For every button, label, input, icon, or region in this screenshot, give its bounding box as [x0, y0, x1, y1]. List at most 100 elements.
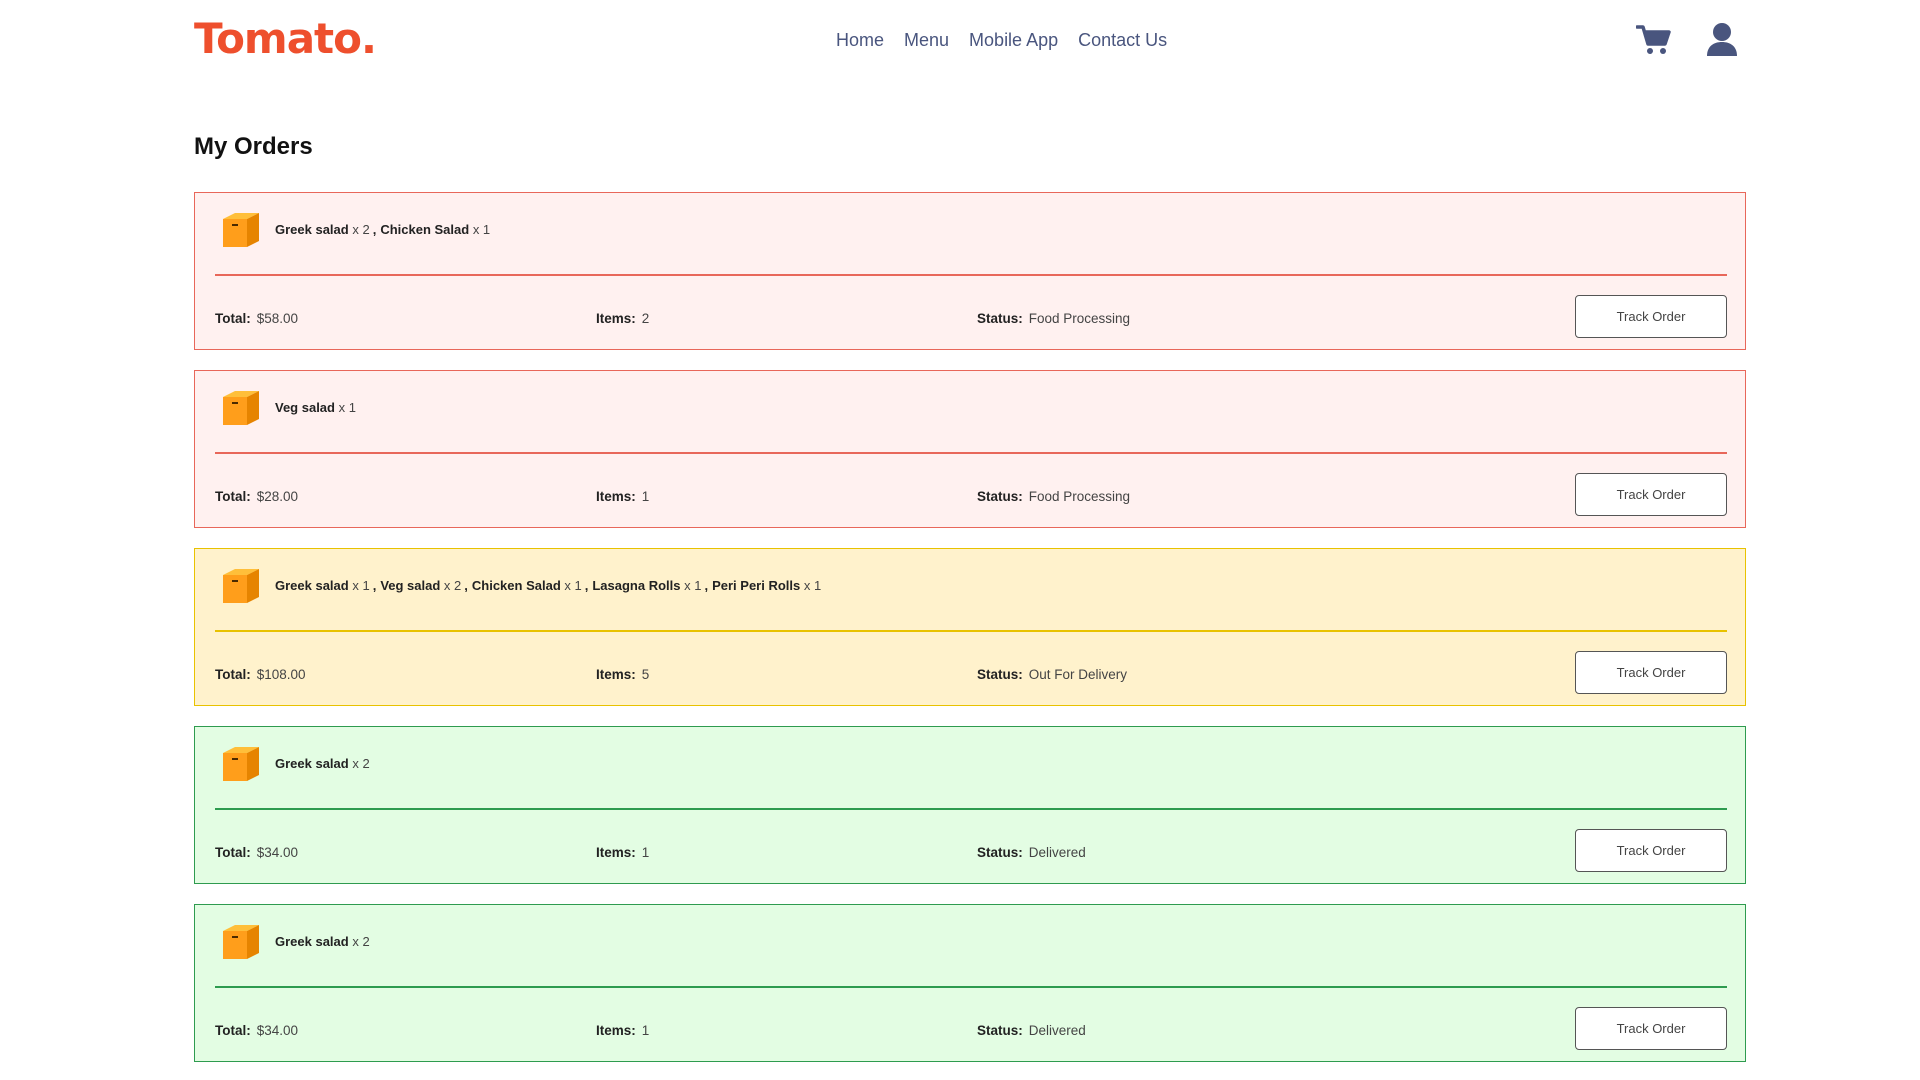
status-value: Delivered [1028, 845, 1086, 860]
order-items: Greek salad x 2 [275, 934, 370, 949]
items-value: 1 [641, 489, 650, 504]
order-item-separator: , [372, 222, 377, 237]
order-item-separator: , [704, 578, 709, 593]
order-item-qty: x 2 [352, 222, 370, 237]
order-item-name: Greek salad [275, 222, 349, 237]
nav-link-contact-us[interactable]: Contact Us [1078, 30, 1167, 51]
order-total: Total: $28.00 [215, 489, 298, 504]
nav-link-menu[interactable]: Menu [904, 30, 949, 51]
items-label: Items: [596, 1023, 636, 1038]
order-item-name: Chicken Salad [380, 222, 470, 237]
order-item-separator: , [584, 578, 589, 593]
order-status: Status: Delivered [977, 845, 1086, 860]
total-value: $28.00 [256, 489, 299, 504]
items-value: 1 [641, 1023, 650, 1038]
order-item-qty: x 1 [684, 578, 702, 593]
items-value: 1 [641, 845, 650, 860]
items-label: Items: [596, 311, 636, 326]
nav-link-mobile-app[interactable]: Mobile App [969, 30, 1058, 51]
order-item-name: Veg salad [380, 578, 441, 593]
order-card-3: Greek salad x 1, Veg salad x 2, Chicken Sa… [194, 548, 1746, 706]
track-order-button[interactable]: Track Order [1575, 295, 1727, 338]
status-value: Food Processing [1028, 489, 1131, 504]
order-item-count: Items: 5 [596, 667, 649, 682]
total-label: Total: [215, 1023, 251, 1038]
track-order-button[interactable]: Track Order [1575, 473, 1727, 516]
order-item-separator: , [464, 578, 468, 593]
order-item-name: Lasagna Rolls [592, 578, 681, 593]
order-total: Total: $34.00 [215, 1023, 298, 1038]
total-label: Total: [215, 845, 251, 860]
page-title: My Orders [194, 133, 313, 160]
status-value: Delivered [1028, 1023, 1086, 1038]
order-item-qty: x 1 [564, 578, 582, 593]
total-label: Total: [215, 489, 251, 504]
order-items: Greek salad x 2, Chicken Salad x 1 [275, 222, 490, 237]
order-divider [215, 808, 1727, 810]
items-label: Items: [596, 845, 636, 860]
total-value: $108.00 [256, 667, 306, 682]
cart-icon[interactable] [1635, 22, 1672, 63]
nav-links: Home Menu Mobile App Contact Us [836, 30, 1167, 51]
order-item-qty: x 2 [443, 578, 462, 593]
parcel-icon [219, 209, 261, 251]
order-item-qty: x 1 [472, 222, 491, 237]
order-items: Veg salad x 1 [275, 400, 356, 415]
order-item-count: Items: 1 [596, 845, 649, 860]
order-card-5: Greek salad x 2 Total: $34.00 Items: 1 Sta… [194, 904, 1746, 1062]
order-card-4: Greek salad x 2 Total: $34.00 Items: 1 Sta… [194, 726, 1746, 884]
status-label: Status: [977, 489, 1023, 504]
order-status: Status: Food Processing [977, 311, 1130, 326]
order-item-count: Items: 1 [596, 1023, 649, 1038]
orders-list: Greek salad x 2, Chicken Salad x 1 Total:… [194, 192, 1746, 1080]
order-status: Status: Food Processing [977, 489, 1130, 504]
order-status: Status: Out For Delivery [977, 667, 1127, 682]
order-card-1: Greek salad x 2, Chicken Salad x 1 Total:… [194, 192, 1746, 350]
order-total: Total: $108.00 [215, 667, 306, 682]
order-item-qty: x 2 [352, 756, 370, 771]
user-icon[interactable] [1706, 22, 1738, 63]
navbar: Tomato. Home Menu Mobile App Contact Us [194, 0, 1744, 82]
order-item-count: Items: 2 [596, 311, 649, 326]
order-item-qty: x 1 [803, 578, 822, 593]
status-label: Status: [977, 1023, 1023, 1038]
order-divider [215, 452, 1727, 454]
order-item-name: Greek salad [275, 934, 349, 949]
items-label: Items: [596, 667, 636, 682]
parcel-icon [219, 921, 261, 963]
track-order-button[interactable]: Track Order [1575, 651, 1727, 694]
order-item-count: Items: 1 [596, 489, 649, 504]
order-divider [215, 274, 1727, 276]
order-item-separator: , [372, 578, 377, 593]
order-total: Total: $58.00 [215, 311, 298, 326]
order-item-name: Chicken Salad [471, 578, 561, 593]
total-value: $34.00 [256, 1023, 299, 1038]
parcel-icon [219, 565, 261, 607]
tomato-logo[interactable]: Tomato. [194, 14, 377, 63]
order-item-name: Greek salad [275, 756, 349, 771]
order-divider [215, 986, 1727, 988]
parcel-icon [219, 743, 261, 785]
total-value: $34.00 [256, 845, 299, 860]
parcel-icon [219, 387, 261, 429]
nav-link-home[interactable]: Home [836, 30, 884, 51]
order-item-qty: x 1 [352, 578, 370, 593]
order-item-qty: x 1 [338, 400, 356, 415]
order-card-2: Veg salad x 1 Total: $28.00 Items: 1 Statu… [194, 370, 1746, 528]
order-item-name: Greek salad [275, 578, 349, 593]
items-value: 5 [641, 667, 650, 682]
total-value: $58.00 [256, 311, 299, 326]
order-items: Greek salad x 2 [275, 756, 370, 771]
track-order-button[interactable]: Track Order [1575, 829, 1727, 872]
order-status: Status: Delivered [977, 1023, 1086, 1038]
track-order-button[interactable]: Track Order [1575, 1007, 1727, 1050]
total-label: Total: [215, 311, 251, 326]
order-total: Total: $34.00 [215, 845, 298, 860]
order-items: Greek salad x 1, Veg salad x 2, Chicken Sa… [275, 578, 821, 593]
items-value: 2 [641, 311, 650, 326]
status-label: Status: [977, 845, 1023, 860]
order-item-name: Peri Peri Rolls [712, 578, 801, 593]
order-item-name: Veg salad [275, 400, 335, 415]
order-divider [215, 630, 1727, 632]
status-label: Status: [977, 311, 1023, 326]
